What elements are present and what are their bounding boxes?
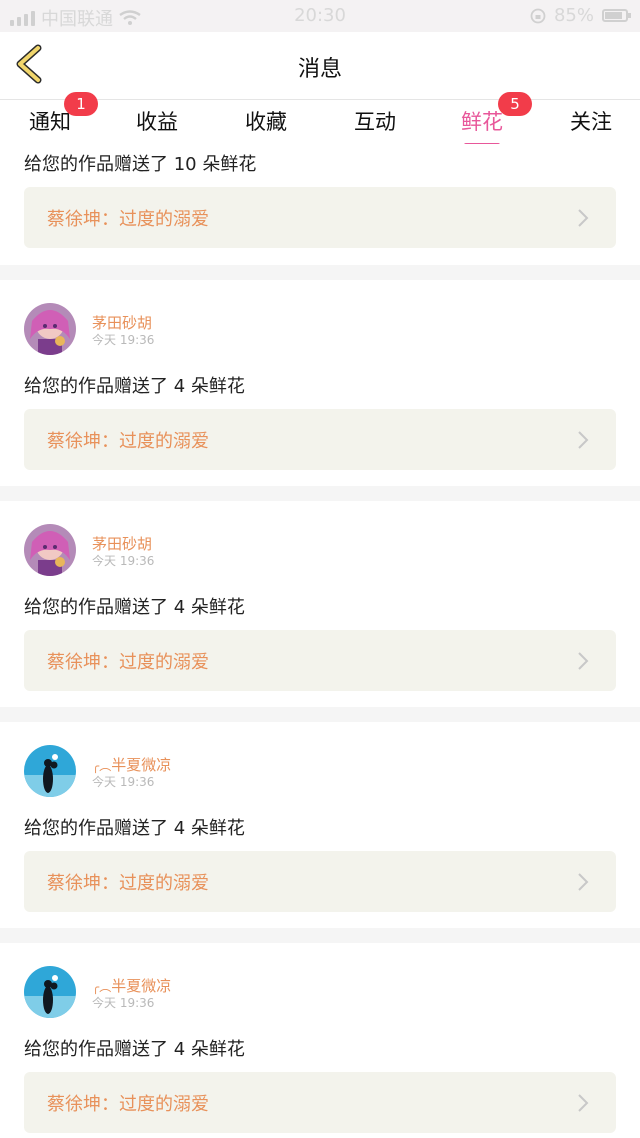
tab-label: 收藏 [245,110,287,134]
chevron-right-icon [578,873,589,891]
tab-label: 关注 [570,110,612,134]
work-link[interactable]: 蔡徐坤：过度的溺爱 [24,409,616,470]
work-link[interactable]: 蔡徐坤：过度的溺爱 [24,1072,616,1133]
tab-label: 互动 [354,110,396,134]
work-title: 蔡徐坤：过度的溺爱 [47,873,209,894]
username[interactable]: 茅田砂胡 [92,533,152,554]
message-text: 给您的作品赠送了 4 朵鲜花 [24,597,245,618]
list-item: ╭︵半夏微凉 今天 19:36 给您的作品赠送了 4 朵鲜花 蔡徐坤：过度的溺爱 [0,943,640,1138]
work-link[interactable]: 蔡徐坤：过度的溺爱 [24,851,616,912]
timestamp: 今天 19:36 [92,333,155,347]
status-right: 85% [530,5,631,26]
chevron-right-icon [578,1094,589,1112]
rotation-lock-icon [530,8,546,23]
tab-label: 收益 [136,110,178,134]
message-text: 给您的作品赠送了 4 朵鲜花 [24,1039,245,1060]
username-label: 半夏微凉 [111,977,172,995]
user-avatar[interactable] [24,966,76,1018]
message-text: 给您的作品赠送了 4 朵鲜花 [24,376,245,397]
nav-bar: 消息 [0,32,640,100]
user-avatar[interactable] [24,524,76,576]
list-item: 给您的作品赠送了 10 朵鲜花 蔡徐坤：过度的溺爱 [0,144,640,265]
work-title: 蔡徐坤：过度的溺爱 [47,431,209,452]
battery-percent: 85% [553,5,594,26]
unread-badge: 1 [64,92,98,116]
work-link[interactable]: 蔡徐坤：过度的溺爱 [24,630,616,691]
name-decoration: ╭︵ [92,759,112,773]
tab-flowers[interactable]: 鲜花 5 [432,92,532,147]
work-link[interactable]: 蔡徐坤：过度的溺爱 [24,187,616,248]
timestamp: 今天 19:36 [92,554,155,568]
list-item: ╭︵半夏微凉 今天 19:36 给您的作品赠送了 4 朵鲜花 蔡徐坤：过度的溺爱 [0,722,640,928]
battery-icon [602,9,631,22]
tab-earnings[interactable]: 收益 [107,106,207,136]
work-title: 蔡徐坤：过度的溺爱 [47,1094,209,1115]
message-text: 给您的作品赠送了 10 朵鲜花 [24,154,257,175]
tab-bar: 通知 1 收益 收藏 互动 鲜花 5 关注 [0,92,640,147]
username-label: 半夏微凉 [111,756,172,774]
tab-notifications[interactable]: 通知 1 [0,92,100,136]
status-bar: 中国联通 20:30 85% [0,0,640,32]
timestamp: 今天 19:36 [92,996,155,1010]
user-avatar[interactable] [24,745,76,797]
tab-label: 鲜花 [461,110,503,134]
username[interactable]: ╭︵半夏微凉 [92,754,171,775]
message-text: 给您的作品赠送了 4 朵鲜花 [24,818,245,839]
tab-following[interactable]: 关注 [541,106,640,136]
work-title: 蔡徐坤：过度的溺爱 [47,652,209,673]
name-decoration: ╭︵ [92,980,112,994]
tab-favorites[interactable]: 收藏 [216,106,316,136]
chevron-right-icon [578,431,589,449]
list-item: 茅田砂胡 今天 19:36 给您的作品赠送了 4 朵鲜花 蔡徐坤：过度的溺爱 [0,280,640,486]
timestamp: 今天 19:36 [92,775,155,789]
page-title: 消息 [297,57,342,82]
user-avatar[interactable] [24,303,76,355]
unread-badge: 5 [498,92,532,116]
list-item: 茅田砂胡 今天 19:36 给您的作品赠送了 4 朵鲜花 蔡徐坤：过度的溺爱 [0,501,640,707]
chevron-right-icon [578,209,589,227]
tab-interactions[interactable]: 互动 [325,106,425,136]
work-title: 蔡徐坤：过度的溺爱 [47,209,209,230]
tab-label: 通知 [29,110,71,134]
chevron-right-icon [578,652,589,670]
username[interactable]: 茅田砂胡 [92,312,152,333]
username[interactable]: ╭︵半夏微凉 [92,975,171,996]
